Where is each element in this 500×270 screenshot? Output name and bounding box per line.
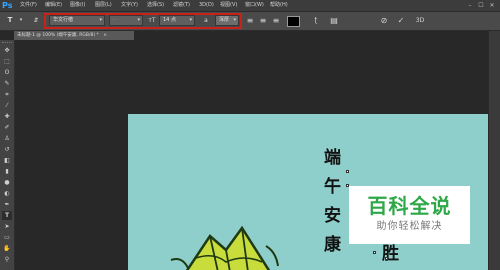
lasso-tool-icon[interactable]: ʘ [2, 68, 12, 77]
menu-help[interactable]: 帮助(H) [270, 0, 288, 11]
quick-select-tool-icon[interactable]: ✎ [2, 79, 12, 88]
font-style-value: - [113, 17, 115, 23]
font-size-value: 14 点 [163, 17, 176, 23]
menu-type[interactable]: 文字(Y) [121, 0, 138, 11]
menu-view[interactable]: 视图(V) [220, 0, 237, 11]
watermark-title: 百科全说 [367, 194, 452, 218]
history-brush-tool-icon[interactable]: ↺ [2, 145, 12, 154]
toolbox: ✥ ⬚ ʘ ✎ ⌗ ⁄ ✚ ✐ ♙ ↺ ◧ ▮ ● ◐ ✒ T ➤ ▭ ✋ ⚲ [0, 40, 15, 270]
menu-window[interactable]: 窗口(W) [245, 0, 264, 11]
antialias-label: a [204, 17, 208, 24]
align-left-icon[interactable]: ≡ [244, 15, 256, 26]
menu-edit[interactable]: 编辑(E) [45, 0, 62, 11]
character-panel-icon[interactable]: ▤ [328, 15, 340, 26]
canvas-text-char[interactable]: 端 [324, 150, 341, 167]
move-tool-icon[interactable]: ✥ [2, 46, 12, 55]
font-family-value: 华文行楷 [53, 17, 74, 23]
warp-text-icon[interactable]: ʈ [310, 15, 322, 26]
document-title: 未标题-1 @ 100% (端午安康, RGB/8) * [17, 33, 99, 38]
document-tab[interactable]: 未标题-1 @ 100% (端午安康, RGB/8) * × [14, 31, 134, 40]
toolbox-grip[interactable] [2, 42, 12, 45]
crop-tool-icon[interactable]: ⌗ [2, 90, 12, 99]
align-right-icon[interactable]: ≡ [270, 15, 282, 26]
pen-tool-icon[interactable]: ✒ [2, 200, 12, 209]
antialias-select[interactable]: 浑厚 ▾ [215, 15, 239, 26]
photoshop-logo: Ps [2, 1, 13, 10]
zongzi-illustration [170, 225, 279, 270]
clone-stamp-tool-icon[interactable]: ♙ [2, 134, 12, 143]
chevron-down-icon: ▾ [99, 17, 102, 23]
marquee-tool-icon[interactable]: ⬚ [2, 57, 12, 66]
chevron-down-icon: ▾ [189, 17, 192, 23]
canvas-text-char-partial[interactable]: 胜 [382, 246, 399, 263]
font-style-select[interactable]: - ▾ [109, 15, 143, 26]
blur-tool-icon[interactable]: ● [2, 178, 12, 187]
eraser-tool-icon[interactable]: ◧ [2, 156, 12, 165]
path-select-tool-icon[interactable]: ➤ [2, 222, 12, 231]
canvas-text-char[interactable]: 午 [324, 179, 341, 196]
text-box-handle[interactable] [346, 170, 349, 173]
zoom-tool-icon[interactable]: ⚲ [2, 255, 12, 264]
shape-tool-icon[interactable]: ▭ [2, 233, 12, 242]
minimize-icon[interactable]: – [466, 2, 474, 9]
align-center-icon[interactable]: ≡ [257, 15, 269, 26]
menu-layer[interactable]: 图层(L) [95, 0, 112, 11]
gradient-tool-icon[interactable]: ▮ [2, 167, 12, 176]
text-color-swatch[interactable] [287, 16, 300, 27]
text-box-handle[interactable] [373, 251, 376, 254]
menu-image[interactable]: 图像(I) [70, 0, 85, 11]
canvas-text-char[interactable]: 康 [324, 237, 341, 254]
commit-icon[interactable]: ✓ [395, 15, 407, 26]
watermark-subtitle: 助你轻松解决 [376, 221, 443, 232]
brush-tool-icon[interactable]: ✐ [2, 123, 12, 132]
maximize-icon[interactable]: ☐ [477, 2, 485, 9]
antialias-value: 浑厚 [219, 17, 230, 23]
menu-select[interactable]: 选择(S) [147, 0, 164, 11]
menu-file[interactable]: 文件(F) [20, 0, 37, 11]
eyedropper-tool-icon[interactable]: ⁄ [2, 101, 12, 110]
right-panel-strip [488, 31, 500, 270]
font-size-icon: тT [148, 17, 156, 24]
tool-preset-arrow-icon[interactable]: ▾ [18, 15, 24, 26]
menu-3d[interactable]: 3D(D) [199, 0, 214, 11]
canvas-text-char[interactable]: 安 [324, 208, 341, 225]
chevron-down-icon: ▾ [137, 17, 140, 23]
type-tool-icon[interactable]: T [2, 211, 12, 220]
type-tool-icon[interactable]: T [4, 15, 16, 26]
options-bar: T ▾ ⇵ 华文行楷 ▾ - ▾ тT 14 点 ▾ a 浑厚 ▾ ≡ ≡ ≡ … [0, 12, 500, 31]
font-size-select[interactable]: 14 点 ▾ [159, 15, 195, 26]
cancel-icon[interactable]: ⊘ [378, 15, 390, 26]
close-tab-icon[interactable]: × [103, 33, 107, 38]
menu-filter[interactable]: 滤镜(T) [173, 0, 190, 11]
text-orientation-icon[interactable]: ⇵ [30, 15, 42, 26]
text-box-handle[interactable] [385, 257, 388, 260]
menu-bar: Ps 文件(F) 编辑(E) 图像(I) 图层(L) 文字(Y) 选择(S) 滤… [0, 0, 500, 12]
3d-button[interactable]: 3D [414, 15, 426, 26]
font-family-select[interactable]: 华文行楷 ▾ [49, 15, 105, 26]
dodge-tool-icon[interactable]: ◐ [2, 189, 12, 198]
chevron-down-icon: ▾ [233, 17, 236, 23]
hand-tool-icon[interactable]: ✋ [2, 244, 12, 253]
watermark-badge: 百科全说 助你轻松解决 [349, 186, 470, 244]
close-window-icon[interactable]: ✕ [488, 2, 496, 9]
healing-brush-tool-icon[interactable]: ✚ [2, 112, 12, 121]
